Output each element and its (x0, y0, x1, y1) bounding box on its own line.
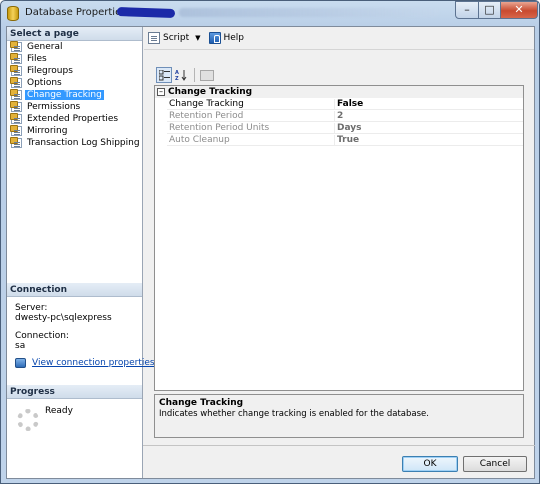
connection-value: sa (15, 341, 26, 351)
maximize-button[interactable]: □ (478, 1, 501, 19)
sidebar-item-options[interactable]: Options (10, 77, 64, 89)
progress-header: Progress (7, 385, 142, 399)
sidebar-item-filegroups[interactable]: Filegroups (10, 65, 75, 77)
server-label: Server: (15, 303, 48, 313)
property-name: Change Tracking (167, 98, 334, 109)
description-text: Indicates whether change tracking is ena… (159, 409, 429, 419)
database-icon (7, 6, 19, 21)
grid-category-label: Change Tracking (168, 87, 253, 97)
grid-row-change-tracking[interactable]: Change Tracking False (167, 98, 523, 110)
server-value: dwesty-pc\sqlexpress (15, 313, 112, 323)
sidebar-item-label: General (27, 42, 63, 52)
property-grid: – Change Tracking Change Tracking False … (154, 85, 524, 391)
property-value: Days (334, 122, 523, 133)
page-icon (10, 113, 22, 124)
footer-divider (143, 445, 535, 446)
sidebar-item-label: Change Tracking (25, 90, 104, 100)
select-page-header: Select a page (7, 27, 142, 41)
collapse-icon[interactable]: – (157, 88, 165, 96)
grid-row-retention-period-units[interactable]: Retention Period Units Days (167, 122, 523, 134)
page-icon (10, 125, 22, 136)
property-name: Retention Period Units (169, 122, 270, 133)
page-icon (10, 137, 22, 148)
dialog-toolbar: Script ▼ Help (144, 27, 534, 49)
page-icon (10, 101, 22, 112)
help-label: Help (223, 33, 245, 43)
page-icon (10, 41, 22, 52)
close-button[interactable]: ✕ (500, 1, 538, 19)
description-title: Change Tracking (159, 398, 244, 408)
page-icon (10, 89, 22, 100)
connection-label: Connection: (15, 331, 69, 341)
sidebar-item-label: Options (27, 78, 62, 88)
left-pane: Select a page General Files Filegroups O… (7, 27, 155, 478)
sidebar-item-transaction-log-shipping[interactable]: Transaction Log Shipping (10, 137, 142, 149)
grid-category-change-tracking[interactable]: – Change Tracking (155, 86, 523, 98)
alphabetical-view-button[interactable]: A Z (173, 67, 189, 83)
minimize-button[interactable]: – (455, 1, 479, 19)
property-value: 2 (334, 110, 523, 121)
sidebar-item-label: Files (27, 54, 47, 64)
sidebar-item-label: Mirroring (27, 126, 68, 136)
sidebar-item-label: Permissions (27, 102, 81, 112)
page-icon (10, 53, 22, 64)
sidebar-item-general[interactable]: General (10, 41, 64, 53)
page-icon (10, 65, 22, 76)
script-icon (148, 32, 160, 44)
title-bar[interactable]: Database Properties - – □ ✕ (1, 1, 539, 27)
sidebar-item-label: Filegroups (27, 66, 73, 76)
cancel-button[interactable]: Cancel (463, 456, 527, 472)
sidebar-item-extended-properties[interactable]: Extended Properties (10, 113, 120, 125)
property-value[interactable]: False (334, 98, 523, 109)
script-button[interactable]: Script ▼ (148, 32, 201, 44)
categorized-view-button[interactable] (156, 67, 172, 83)
sidebar-item-label: Extended Properties (27, 114, 119, 124)
sidebar-item-permissions[interactable]: Permissions (10, 101, 82, 113)
grid-row-retention-period[interactable]: Retention Period 2 (167, 110, 523, 122)
connection-properties-icon (15, 358, 26, 368)
property-value: True (334, 134, 523, 145)
ok-button[interactable]: OK (402, 456, 458, 472)
property-pages-button[interactable] (200, 69, 214, 81)
dialog-client-area: Select a page General Files Filegroups O… (6, 26, 535, 479)
property-name: Retention Period (169, 110, 244, 121)
view-connection-properties-label: View connection properties (32, 358, 155, 368)
progress-status: Ready (45, 406, 73, 416)
svg-text:Z: Z (175, 76, 179, 81)
progress-spinner-icon (17, 409, 39, 431)
toolbar-divider (144, 49, 534, 50)
property-description-panel: Change Tracking Indicates whether change… (154, 394, 524, 438)
sidebar-item-files[interactable]: Files (10, 53, 49, 65)
sidebar-item-mirroring[interactable]: Mirroring (10, 125, 69, 137)
grid-row-auto-cleanup[interactable]: Auto Cleanup True (167, 134, 523, 146)
help-button[interactable]: Help (208, 32, 245, 44)
view-connection-properties-link[interactable]: View connection properties (15, 358, 155, 368)
right-pane: Script ▼ Help A Z – Change Tracking Chan… (144, 27, 534, 445)
categorized-icon (158, 69, 170, 80)
property-name: Auto Cleanup (169, 134, 230, 145)
database-properties-window: Database Properties - – □ ✕ Select a pag… (0, 0, 540, 484)
sidebar-item-change-tracking[interactable]: Change Tracking (10, 89, 104, 101)
page-icon (10, 77, 22, 88)
blurred-title-text (179, 8, 439, 17)
connection-header: Connection (7, 283, 142, 297)
help-icon (208, 32, 221, 44)
grid-toolbar-divider (194, 68, 195, 82)
chevron-down-icon[interactable]: ▼ (195, 34, 200, 42)
property-grid-toolbar: A Z (156, 67, 256, 83)
sidebar-item-label: Transaction Log Shipping (27, 138, 140, 148)
script-label: Script (163, 33, 190, 43)
sort-az-icon: A Z (175, 70, 186, 81)
